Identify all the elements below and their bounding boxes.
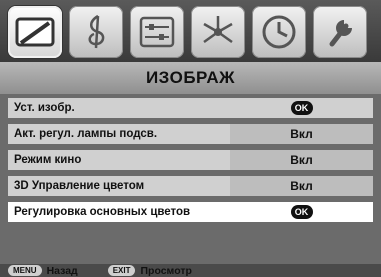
clock-icon — [259, 12, 299, 52]
picture-icon — [13, 13, 57, 51]
menu-title: ИЗОБРАЖ — [0, 62, 381, 94]
hint-bar: MENU Назад EXIT Просмотр — [0, 264, 381, 277]
row-value[interactable]: Вкл — [230, 150, 373, 170]
row-base-color[interactable]: Регулировка основных цветов OK — [8, 202, 373, 222]
back-hint: Назад — [46, 264, 78, 277]
menu-key[interactable]: MENU — [8, 265, 42, 276]
ok-button[interactable]: OK — [290, 101, 313, 115]
tab-timer[interactable] — [252, 6, 306, 58]
music-clef-icon — [76, 12, 116, 52]
ok-button[interactable]: OK — [290, 205, 313, 219]
row-backlight[interactable]: Акт. регул. лампы подсв. Вкл — [8, 124, 373, 144]
row-picture-settings[interactable]: Уст. изобр. OK — [8, 98, 373, 118]
tab-setup[interactable] — [313, 6, 367, 58]
tv-osd-menu: ИЗОБРАЖ Уст. изобр. OK Акт. регул. лампы… — [0, 0, 381, 277]
network-icon — [198, 12, 238, 52]
row-3d-color[interactable]: 3D Управление цветом Вкл — [8, 176, 373, 196]
tab-network[interactable] — [191, 6, 245, 58]
tab-sound[interactable] — [69, 6, 123, 58]
row-cinema-mode[interactable]: Режим кино Вкл — [8, 150, 373, 170]
settings-sliders-icon — [137, 13, 177, 51]
row-value[interactable]: Вкл — [230, 176, 373, 196]
wrench-icon — [320, 12, 360, 52]
tab-picture[interactable] — [8, 6, 62, 58]
row-value[interactable]: Вкл — [230, 124, 373, 144]
watch-hint: Просмотр — [140, 264, 192, 277]
category-icon-bar — [0, 0, 381, 62]
tab-settings[interactable] — [130, 6, 184, 58]
exit-key[interactable]: EXIT — [107, 265, 136, 276]
